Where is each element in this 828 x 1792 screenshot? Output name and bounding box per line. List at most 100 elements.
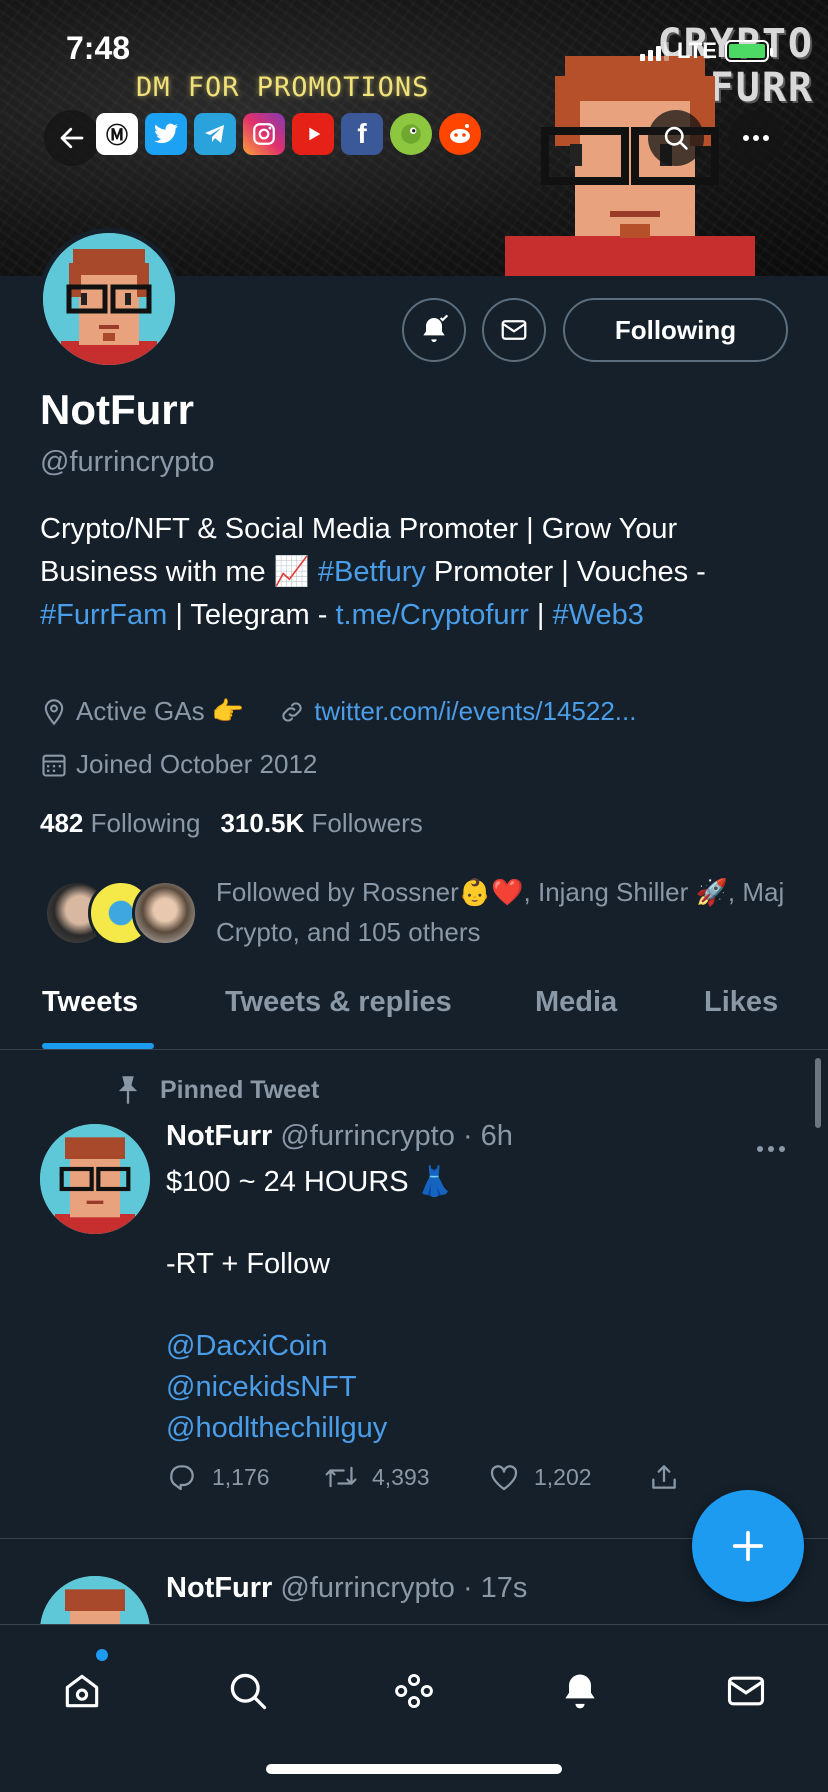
hashtag-link[interactable]: #Betfury — [318, 556, 426, 588]
followers-label: Followers — [311, 808, 423, 838]
bio-text: | — [528, 599, 553, 631]
tweet-header[interactable]: NotFurr @furrincrypto · 17s — [166, 1572, 527, 1605]
telegram-icon — [194, 113, 236, 155]
envelope-icon — [727, 1676, 765, 1706]
bell-icon — [565, 1674, 595, 1709]
hashtag-link[interactable]: #FurrFam — [40, 599, 167, 631]
banner-promo-text: DM FOR PROMOTIONS — [136, 72, 430, 103]
pin-icon — [114, 1074, 142, 1106]
following-count-link[interactable]: 482 Following — [40, 808, 200, 839]
profile-joined-row: Joined October 2012 — [40, 749, 317, 780]
plus-icon — [732, 1530, 764, 1562]
tweet-author-handle: @furrincrypto — [280, 1572, 455, 1604]
pinned-tweet-label: Pinned Tweet — [114, 1074, 319, 1106]
mention-link[interactable]: @nicekidsNFT — [166, 1367, 786, 1408]
bio-text: | Telegram - — [167, 599, 336, 631]
reply-button[interactable]: 1,176 — [166, 1462, 324, 1492]
like-button[interactable]: 1,202 — [488, 1462, 648, 1492]
nav-home[interactable] — [52, 1661, 112, 1721]
reddit-icon — [439, 113, 481, 155]
profile-joined-date: Joined October 2012 — [76, 749, 318, 779]
avatar — [132, 880, 198, 946]
instagram-icon — [243, 113, 285, 155]
tweet-text-line: $100 ~ 24 HOURS 👗 — [166, 1166, 453, 1198]
facebook-icon: f — [341, 113, 383, 155]
reply-icon — [170, 1465, 194, 1491]
following-button[interactable]: Following — [563, 298, 788, 362]
pinned-tweet-text: Pinned Tweet — [160, 1075, 320, 1104]
bio-text: Promoter | Vouches - — [425, 556, 706, 588]
network-type: LTE — [677, 38, 717, 63]
search-button[interactable] — [648, 110, 704, 166]
profile-avatar[interactable] — [38, 228, 180, 370]
followers-count: 310.5K — [220, 808, 305, 838]
profile-bio: Crypto/NFT & Social Media Promoter | Gro… — [40, 508, 800, 637]
avatar-image — [40, 1124, 150, 1234]
mention-link[interactable]: @DacxiCoin — [166, 1326, 786, 1367]
avatar-image — [43, 233, 175, 365]
tab-tweets-and-replies[interactable]: Tweets & replies — [225, 986, 452, 1019]
retweet-icon — [325, 1466, 357, 1488]
twitter-icon — [145, 113, 187, 155]
telegram-link[interactable]: t.me/Cryptofurr — [335, 599, 528, 631]
tweet-author-avatar[interactable] — [40, 1124, 150, 1234]
coinmarketcap-icon: Ⓜ — [96, 113, 138, 155]
banner-social-icons: Ⓜ f — [96, 113, 481, 155]
envelope-icon — [501, 320, 527, 340]
message-button[interactable] — [482, 298, 546, 362]
profile-location: Active GAs 👉 — [76, 696, 245, 726]
nav-notifications[interactable] — [550, 1661, 610, 1721]
more-options-button[interactable] — [728, 110, 784, 166]
tweet-header[interactable]: NotFurr @furrincrypto · 6h — [166, 1120, 513, 1153]
profile-meta-row: Active GAs 👉 twitter.com/i/events/14522.… — [40, 696, 636, 727]
location-pin-icon — [40, 698, 68, 726]
home-notification-dot — [96, 1649, 108, 1661]
tweet-text-line: -RT + Follow — [166, 1248, 331, 1280]
scrollbar[interactable] — [815, 1058, 821, 1128]
ellipsis-icon — [757, 1146, 785, 1152]
tab-tweets[interactable]: Tweets — [42, 986, 138, 1019]
home-icon — [65, 1674, 99, 1708]
battery-icon — [724, 40, 773, 62]
tweet-timestamp: · 6h — [462, 1120, 513, 1152]
spaces-icon — [395, 1673, 433, 1709]
cellular-signal-icon — [640, 41, 669, 61]
retweet-button[interactable]: 4,393 — [324, 1462, 488, 1492]
mention-link[interactable]: @hodlthechillguy — [166, 1408, 786, 1449]
tweet-more-button[interactable] — [756, 1124, 786, 1161]
tweet-author-name: NotFurr — [166, 1120, 273, 1152]
tweet-author-name: NotFurr — [166, 1572, 273, 1604]
tab-media[interactable]: Media — [535, 986, 617, 1019]
compose-tweet-button[interactable] — [692, 1490, 804, 1602]
share-icon — [652, 1465, 676, 1489]
followers-count-link[interactable]: 310.5K Followers — [220, 808, 422, 839]
nav-search[interactable] — [218, 1661, 278, 1721]
share-button[interactable] — [648, 1462, 680, 1492]
nav-spaces[interactable] — [384, 1661, 444, 1721]
tab-likes[interactable]: Likes — [704, 986, 778, 1019]
coingecko-icon — [390, 113, 432, 155]
ellipsis-icon — [743, 135, 769, 141]
calendar-icon — [40, 751, 68, 779]
followed-by-avatars[interactable] — [44, 880, 204, 948]
retweet-count: 4,393 — [372, 1463, 430, 1490]
notifications-button[interactable] — [402, 298, 466, 362]
bell-check-icon — [423, 314, 449, 342]
profile-tabs: Tweets Tweets & replies Media Likes — [0, 972, 828, 1050]
active-tab-indicator — [42, 1043, 154, 1049]
search-icon — [664, 126, 688, 150]
following-label: Following — [90, 808, 201, 838]
status-indicators: LTE — [640, 36, 773, 66]
home-indicator[interactable] — [266, 1764, 562, 1774]
tweet-timestamp: · 17s — [462, 1572, 528, 1604]
profile-display-name: NotFurr — [40, 386, 194, 433]
back-button[interactable] — [44, 110, 100, 166]
profile-website-link[interactable]: twitter.com/i/events/14522... — [314, 696, 636, 727]
hashtag-link[interactable]: #Web3 — [553, 599, 644, 631]
reply-count: 1,176 — [212, 1463, 270, 1490]
tweet-body[interactable]: $100 ~ 24 HOURS 👗 -RT + Follow @DacxiCoi… — [166, 1162, 786, 1449]
followed-by-text[interactable]: Followed by Rossner👶❤️, Injang Shiller 🚀… — [216, 872, 796, 952]
following-count: 482 — [40, 808, 84, 838]
tweet-author-handle: @furrincrypto — [280, 1120, 455, 1152]
nav-messages[interactable] — [716, 1661, 776, 1721]
